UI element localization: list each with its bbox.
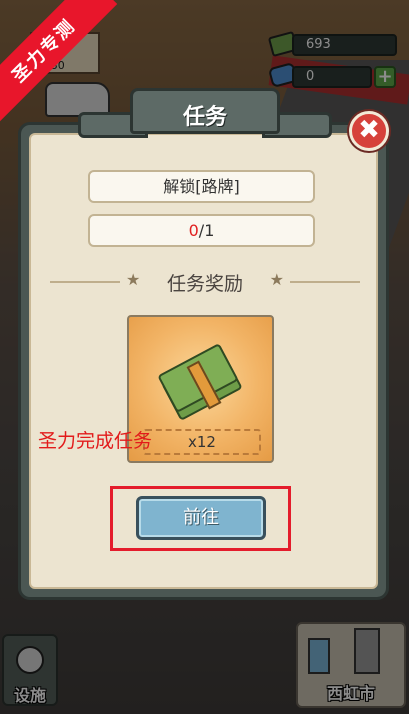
dialog-title-tab: 任务 (130, 88, 280, 134)
divider-right (290, 281, 360, 283)
reward-heading: ★ 任务奖励 ★ (50, 268, 360, 295)
dialog-title: 任务 (182, 105, 227, 130)
task-progress-field: 0/1 (88, 214, 315, 247)
close-button[interactable]: ✖ (349, 111, 389, 151)
highlight-frame (110, 486, 291, 551)
task-name-field: 解锁[路牌] (88, 170, 315, 203)
complete-task-note: 圣力完成任务 (38, 430, 153, 452)
star-icon: ★ (269, 270, 284, 289)
reward-quantity: x12 (143, 429, 261, 455)
progress-total: /1 (198, 221, 215, 240)
cash-stack-icon (157, 343, 243, 421)
progress-current: 0 (188, 221, 199, 240)
